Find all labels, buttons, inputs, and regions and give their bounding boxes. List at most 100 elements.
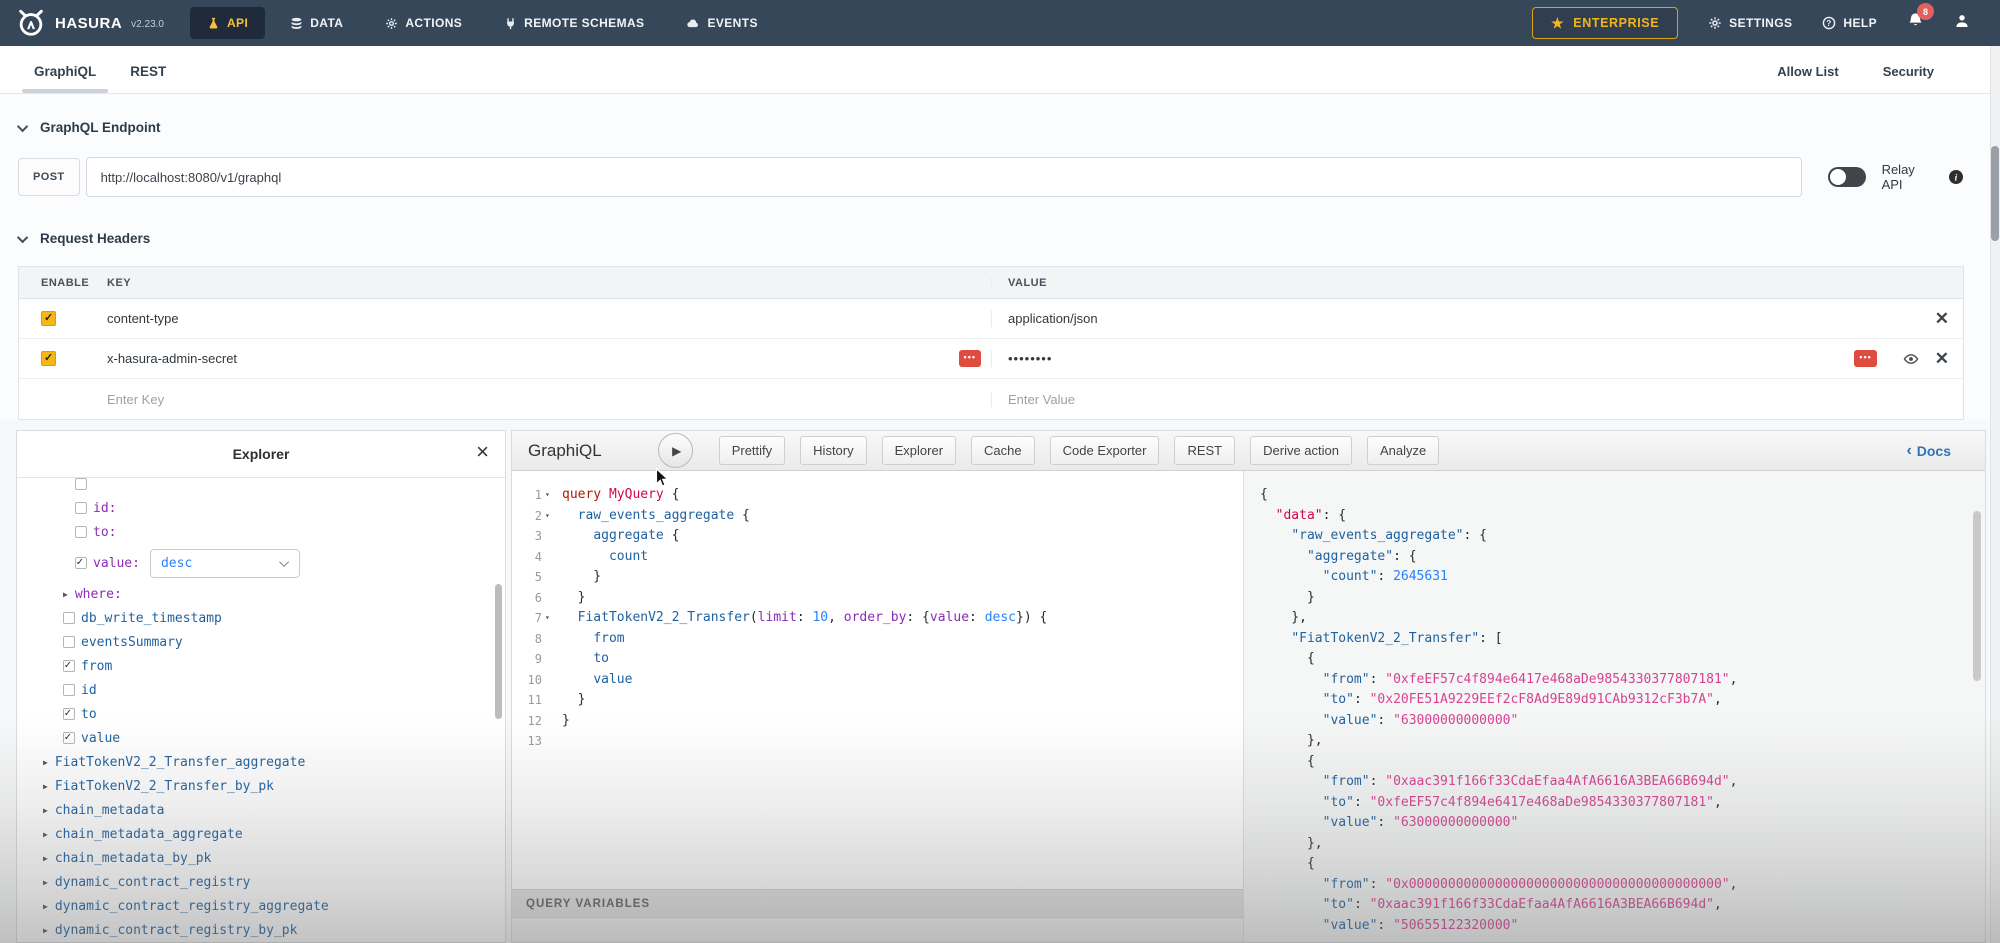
explorer-checkbox[interactable] <box>63 636 75 648</box>
explorer-checkbox[interactable] <box>63 684 75 696</box>
execute-query-button[interactable]: ▶ <box>658 433 693 468</box>
header-key-text: x-hasura-admin-secret <box>107 351 237 366</box>
nav-item-events[interactable]: EVENTS <box>669 7 774 39</box>
explorer-item-eventssummary[interactable]: eventsSummary <box>17 630 505 654</box>
token: limit <box>758 610 797 625</box>
remove-header-icon[interactable]: ✕ <box>1935 350 1949 367</box>
explorer-item-label: dynamic_contract_registry_by_pk <box>55 923 298 938</box>
explorer-item-db-write-timestamp[interactable]: db_write_timestamp <box>17 606 505 630</box>
nav-item-api[interactable]: API <box>190 7 265 39</box>
page-scrollbar[interactable] <box>1990 46 2000 943</box>
enterprise-button[interactable]: ★ ENTERPRISE <box>1532 7 1678 39</box>
explorer-item-label: id: <box>93 501 116 516</box>
docs-link[interactable]: ‹ Docs <box>1906 442 1951 460</box>
tab-rest[interactable]: REST <box>118 64 178 93</box>
remove-header-icon[interactable]: ✕ <box>1935 310 1949 327</box>
explorer-item-where-[interactable]: ▶where: <box>17 582 505 606</box>
explorer-item-to[interactable]: to <box>17 702 505 726</box>
token: "value" <box>1323 815 1378 830</box>
explorer-item-to-[interactable]: to: <box>17 520 505 544</box>
header-value-cell[interactable]: application/json✕ <box>991 310 1963 327</box>
toolbar-button-history[interactable]: History <box>800 436 866 465</box>
chevron-down-icon <box>17 231 28 242</box>
explorer-checkbox[interactable] <box>63 612 75 624</box>
explorer-item-value-[interactable]: value:desc <box>17 544 505 582</box>
toolbar-button-code-exporter[interactable]: Code Exporter <box>1050 436 1160 465</box>
graphql-endpoint-section-toggle[interactable]: GraphQL Endpoint <box>0 120 2000 135</box>
explorer-checkbox[interactable] <box>63 708 75 720</box>
nav-item-remote-schemas[interactable]: REMOTE SCHEMAS <box>487 7 661 39</box>
toolbar-button-analyze[interactable]: Analyze <box>1367 436 1439 465</box>
settings-button[interactable]: SETTINGS <box>1708 16 1792 30</box>
explorer-item-chain-metadata-aggregate[interactable]: ▶chain_metadata_aggregate <box>17 822 505 846</box>
info-icon[interactable]: i <box>1948 169 1964 185</box>
explorer-item-chain-metadata[interactable]: ▶chain_metadata <box>17 798 505 822</box>
token: , <box>1730 672 1738 687</box>
explorer-item-dynamic-contract-registry-by-pk[interactable]: ▶dynamic_contract_registry_by_pk <box>17 918 505 942</box>
eye-icon[interactable] <box>1903 351 1919 367</box>
nav-item-label: DATA <box>310 16 343 30</box>
explorer-item-dynamic-contract-registry-aggregate[interactable]: ▶dynamic_contract_registry_aggregate <box>17 894 505 918</box>
explorer-item-dynamic-contract-registry[interactable]: ▶dynamic_contract_registry <box>17 870 505 894</box>
close-icon[interactable]: × <box>476 439 489 465</box>
graphql-endpoint-input[interactable] <box>86 157 1802 197</box>
explorer-item-fiattokenv2-2-transfer-by-pk[interactable]: ▶FiatTokenV2_2_Transfer_by_pk <box>17 774 505 798</box>
nav-item-actions[interactable]: ACTIONS <box>368 7 479 39</box>
query-line-code: from <box>557 629 625 650</box>
toolbar-button-prettify[interactable]: Prettify <box>719 436 785 465</box>
explorer-panel: Explorer × id:to:value:desc▶where:db_wri… <box>16 430 506 943</box>
nav-item-data[interactable]: DATA <box>273 7 360 39</box>
header-value-cell[interactable]: Enter Value <box>991 392 1963 407</box>
header-key-cell[interactable]: Enter Key <box>91 392 991 407</box>
brand[interactable]: HASURA v2.23.0 <box>0 8 190 38</box>
explorer-item-fiattokenv2-2-transfer-aggregate[interactable]: ▶FiatTokenV2_2_Transfer_aggregate <box>17 750 505 774</box>
toolbar-button-explorer[interactable]: Explorer <box>882 436 956 465</box>
query-editor[interactable]: 1▾query MyQuery {2▾ raw_events_aggregate… <box>512 471 1243 889</box>
token: from <box>593 631 624 646</box>
query-variables-toggle[interactable]: QUERY VARIABLES <box>512 889 1243 918</box>
token: count <box>609 549 648 564</box>
explorer-item-chain-metadata-by-pk[interactable]: ▶chain_metadata_by_pk <box>17 846 505 870</box>
explorer-checkbox[interactable] <box>75 526 87 538</box>
toolbar-button-rest[interactable]: REST <box>1174 436 1235 465</box>
explorer-checkbox[interactable] <box>63 732 75 744</box>
toolbar-button-derive-action[interactable]: Derive action <box>1250 436 1352 465</box>
header-value-cell[interactable]: •••••••••••✕ <box>991 350 1963 367</box>
token: }, <box>1260 733 1323 748</box>
request-headers-section-toggle[interactable]: Request Headers <box>0 231 2000 246</box>
user-menu-button[interactable] <box>1954 13 1970 34</box>
notifications-button[interactable]: 8 <box>1907 12 1924 34</box>
relay-api-toggle[interactable] <box>1828 167 1866 187</box>
header-enable-checkbox[interactable] <box>41 311 56 326</box>
header-key-cell[interactable]: content-type <box>91 311 991 326</box>
toolbar-button-cache[interactable]: Cache <box>971 436 1035 465</box>
token: "to" <box>1323 795 1354 810</box>
explorer-item-id[interactable]: id <box>17 678 505 702</box>
request-headers-title: Request Headers <box>40 231 150 246</box>
scrollbar-thumb[interactable] <box>1991 146 1999 241</box>
fold-gutter <box>542 547 557 568</box>
explorer-item[interactable] <box>17 478 505 496</box>
token: "to" <box>1323 692 1354 707</box>
query-variables-editor[interactable] <box>512 918 1243 942</box>
hasura-logo-icon <box>16 8 46 38</box>
expand-triangle-icon: ▶ <box>43 830 48 839</box>
help-button[interactable]: ? HELP <box>1822 16 1877 30</box>
order-direction-select[interactable]: desc <box>150 549 300 578</box>
link-security[interactable]: Security <box>1883 64 1934 79</box>
response-scrollbar[interactable] <box>1973 511 1981 681</box>
header-enable-checkbox[interactable] <box>41 351 56 366</box>
explorer-checkbox[interactable] <box>75 557 87 569</box>
link-allow-list[interactable]: Allow List <box>1777 64 1838 79</box>
header-key-cell[interactable]: x-hasura-admin-secret••• <box>91 350 991 367</box>
explorer-checkbox[interactable] <box>75 478 87 490</box>
explorer-item-id-[interactable]: id: <box>17 496 505 520</box>
explorer-checkbox[interactable] <box>75 502 87 514</box>
svg-text:?: ? <box>1827 19 1832 28</box>
tab-graphiql[interactable]: GraphiQL <box>22 64 108 93</box>
explorer-item-value[interactable]: value <box>17 726 505 750</box>
explorer-scrollbar[interactable] <box>495 584 502 719</box>
explorer-checkbox[interactable] <box>63 660 75 672</box>
explorer-item-from[interactable]: from <box>17 654 505 678</box>
response-line: "value": "63000000000000" <box>1260 711 1985 732</box>
